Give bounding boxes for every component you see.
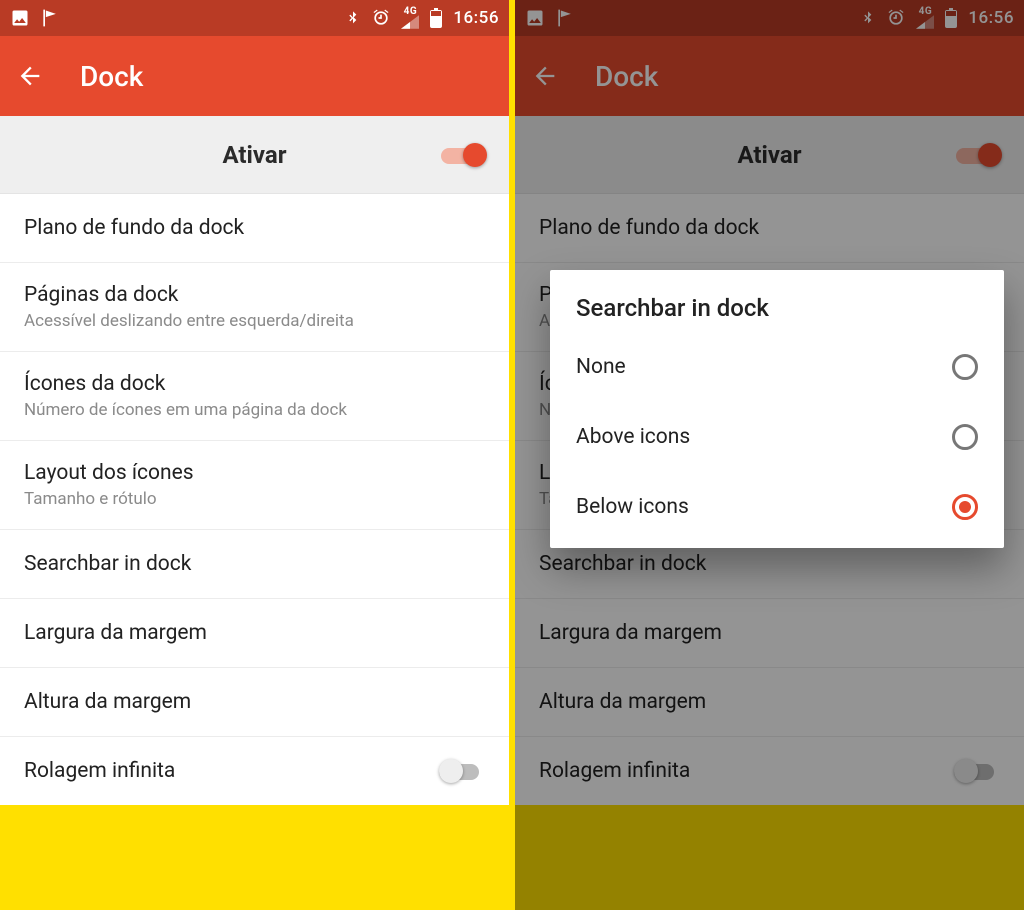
item-subtitle: Acessível deslizando entre esquerda/dire… [24,311,485,331]
signal-indicator: 4G [401,7,419,29]
item-title: Altura da margem [24,690,485,714]
item-margin-width[interactable]: Largura da margem [0,599,509,668]
item-subtitle: Tamanho e rótulo [24,489,485,509]
infinite-scroll-switch[interactable] [439,757,485,785]
phone-right: 4G 16:56 Dock Ativar [515,0,1024,910]
dialog-option-below[interactable]: Below icons [550,472,1004,542]
item-title: Searchbar in dock [24,552,485,576]
phone-left-base: 4G 16:56 Dock Ativar [0,0,509,910]
option-label: None [576,355,626,379]
battery-icon [429,8,443,28]
status-time: 16:56 [453,8,499,28]
statusbar: 4G 16:56 [0,0,509,36]
item-margin-height[interactable]: Altura da margem [0,668,509,737]
item-subtitle: Número de ícones em uma página da dock [24,400,485,420]
item-title: Ícones da dock [24,372,485,396]
radio-icon [952,354,978,380]
enable-switch[interactable] [441,141,487,169]
item-icon-layout[interactable]: Layout dos ícones Tamanho e rótulo [0,441,509,530]
flag-icon [40,8,60,28]
item-dock-background[interactable]: Plano de fundo da dock [0,194,509,263]
dialog-option-above[interactable]: Above icons [550,402,1004,472]
bluetooth-icon [345,8,361,28]
item-dock-pages[interactable]: Páginas da dock Acessível deslizando ent… [0,263,509,352]
option-label: Above icons [576,425,690,449]
radio-icon [952,424,978,450]
item-title: Rolagem infinita [24,759,485,783]
item-dock-icons[interactable]: Ícones da dock Número de ícones em uma p… [0,352,509,441]
statusbar-left [10,8,60,28]
appbar-title: Dock [80,60,143,93]
settings-list: Ativar Plano de fundo da dock Páginas da… [0,116,509,805]
signal-icon [401,15,419,29]
item-searchbar-in-dock[interactable]: Searchbar in dock [0,530,509,599]
alarm-icon [371,8,391,28]
dialog-option-none[interactable]: None [550,332,1004,402]
item-title: Largura da margem [24,621,485,645]
item-title: Layout dos ícones [24,461,485,485]
appbar: Dock [0,36,509,116]
enable-row[interactable]: Ativar [0,116,509,194]
picture-icon [10,8,30,28]
item-title: Plano de fundo da dock [24,216,485,240]
radio-selected-icon [952,494,978,520]
back-button[interactable] [16,62,64,90]
searchbar-dialog: Searchbar in dock None Above icons Below… [550,270,1004,548]
arrow-back-icon [16,62,44,90]
phone-left: 4G 16:56 Dock Ativar [0,0,509,910]
option-label: Below icons [576,495,689,519]
enable-label: Ativar [222,141,286,169]
item-infinite-scroll[interactable]: Rolagem infinita [0,737,509,805]
statusbar-right: 4G 16:56 [345,7,499,29]
item-title: Páginas da dock [24,283,485,307]
dialog-title: Searchbar in dock [550,294,1004,332]
